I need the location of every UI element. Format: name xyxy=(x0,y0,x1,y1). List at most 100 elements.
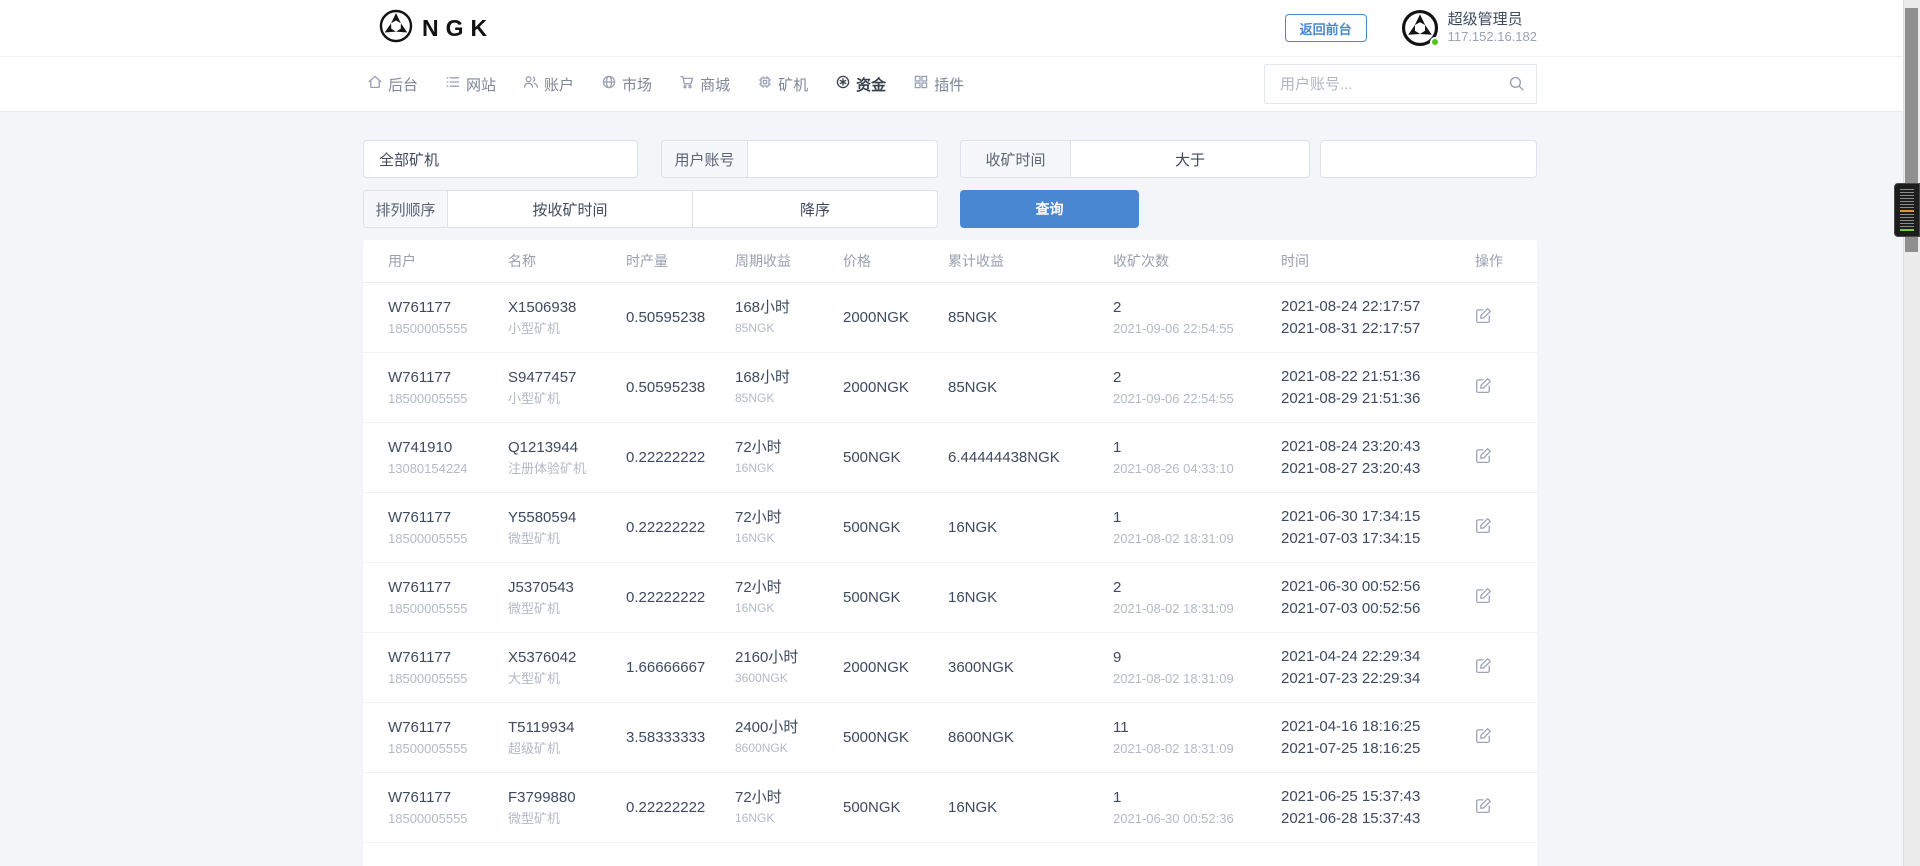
cell-collect-count: 1 2021-08-26 04:33:10 xyxy=(1113,439,1281,477)
query-button[interactable]: 查询 xyxy=(960,190,1139,228)
table-row: W761177 18500005555 X1506938 小型矿机 0.5059… xyxy=(363,283,1537,353)
cycle-ngk: 85NGK xyxy=(735,391,843,405)
nav-item-market[interactable]: 市场 xyxy=(597,74,652,95)
account-filter-input[interactable] xyxy=(748,141,938,177)
miner-code: Q1213944 xyxy=(508,439,626,457)
brand-text: NGK xyxy=(422,15,494,42)
user-id: W761177 xyxy=(388,579,508,597)
sort-field-select[interactable]: 按收矿时间 xyxy=(448,191,693,227)
collect-time-value-input[interactable] xyxy=(1321,141,1537,177)
cell-name: Y5580594 微型矿机 xyxy=(508,509,626,547)
chip-icon xyxy=(757,74,773,94)
search-icon[interactable] xyxy=(1508,75,1525,97)
cell-collect-count: 1 2021-08-02 18:31:09 xyxy=(1113,509,1281,547)
nav-label: 矿机 xyxy=(778,74,808,95)
main-navbar: 后台 网站 账户 市场 商城 矿机 资金 插件 xyxy=(0,57,1920,112)
cell-price: 2000NGK xyxy=(843,659,948,676)
miners-table: 用户 名称 时产量 周期收益 价格 累计收益 收矿次数 时间 操作 W76117… xyxy=(363,240,1537,866)
nav-item-backend[interactable]: 后台 xyxy=(363,74,418,95)
cell-time: 2021-06-30 17:34:15 2021-07-03 17:34:15 xyxy=(1281,506,1475,550)
collect-last-time: 2021-08-02 18:31:09 xyxy=(1113,531,1281,547)
table-row: W761177 18500005555 T5119934 超级矿机 3.5833… xyxy=(363,703,1537,773)
edit-icon[interactable] xyxy=(1475,447,1495,464)
scrollbar-track[interactable] xyxy=(1903,0,1920,866)
col-header-hourly-output: 时产量 xyxy=(626,251,735,271)
collect-count: 9 xyxy=(1113,649,1281,667)
miner-type-select[interactable]: 全部矿机 xyxy=(364,141,637,177)
nav-label: 账户 xyxy=(544,74,574,95)
miner-code: F3799880 xyxy=(508,789,626,807)
nav-item-miners[interactable]: 矿机 xyxy=(753,74,808,95)
collect-count: 2 xyxy=(1113,369,1281,387)
nav-item-plugins[interactable]: 插件 xyxy=(909,74,964,95)
nav-item-website[interactable]: 网站 xyxy=(441,74,496,95)
table-row: W761177 18500005555 J5370543 微型矿机 0.2222… xyxy=(363,563,1537,633)
cell-name: S9477457 小型矿机 xyxy=(508,369,626,407)
nav-label: 商城 xyxy=(700,74,730,95)
edit-icon[interactable] xyxy=(1475,517,1495,534)
user-phone: 18500005555 xyxy=(388,741,508,757)
globe-icon xyxy=(601,74,617,94)
cell-hourly-output: 3.58333333 xyxy=(626,729,735,746)
cell-name: T5119934 超级矿机 xyxy=(508,719,626,757)
collect-last-time: 2021-08-02 18:31:09 xyxy=(1113,671,1281,687)
admin-ip: 117.152.16.182 xyxy=(1448,29,1537,45)
collect-last-time: 2021-08-26 04:33:10 xyxy=(1113,461,1281,477)
table-row: W761177 18500005555 S9477457 小型矿机 0.5059… xyxy=(363,353,1537,423)
grid-icon xyxy=(913,74,929,94)
scroll-marker-green xyxy=(1900,229,1914,231)
table-row: W761177 W6842791 72小时 1 2021-06-18 19:41… xyxy=(363,843,1537,866)
collect-count: 1 xyxy=(1113,439,1281,457)
col-header-time: 时间 xyxy=(1281,251,1475,271)
nav-item-accounts[interactable]: 账户 xyxy=(519,74,574,95)
collect-count: 2 xyxy=(1113,299,1281,317)
nav-label: 资金 xyxy=(856,74,886,95)
edit-icon[interactable] xyxy=(1475,307,1495,324)
account-filter-label: 用户账号 xyxy=(662,141,748,177)
edit-icon[interactable] xyxy=(1475,797,1495,814)
nav-item-mall[interactable]: 商城 xyxy=(675,74,730,95)
cell-time: 2021-08-22 21:51:36 2021-08-29 21:51:36 xyxy=(1281,366,1475,410)
edit-icon[interactable] xyxy=(1475,377,1495,394)
avatar[interactable] xyxy=(1401,9,1439,47)
admin-account[interactable]: 超级管理员 117.152.16.182 xyxy=(1401,9,1537,47)
sort-direction-select[interactable]: 降序 xyxy=(693,191,937,227)
cycle-ngk: 3600NGK xyxy=(735,671,843,685)
cell-total-income: 16NGK xyxy=(948,589,1113,606)
cycle-hours: 72小时 xyxy=(735,789,843,807)
user-id: W741910 xyxy=(388,439,508,457)
cell-user: W761177 18500005555 xyxy=(388,299,508,337)
scroll-marker-widget xyxy=(1894,183,1920,237)
nav-label: 市场 xyxy=(622,74,652,95)
user-id: W761177 xyxy=(388,509,508,527)
edit-icon[interactable] xyxy=(1475,727,1495,744)
table-row: W761177 18500005555 Y5580594 微型矿机 0.2222… xyxy=(363,493,1537,563)
time-end: 2021-08-27 23:20:43 xyxy=(1281,458,1475,480)
miner-code: J5370543 xyxy=(508,579,626,597)
cell-price: 2000NGK xyxy=(843,309,948,326)
cell-hourly-output: 1.66666667 xyxy=(626,659,735,676)
user-account-search-input[interactable] xyxy=(1264,64,1537,104)
back-to-front-button[interactable]: 返回前台 xyxy=(1285,14,1367,42)
miner-type: 大型矿机 xyxy=(508,671,626,687)
nav-item-funds[interactable]: 资金 xyxy=(831,74,886,95)
ngk-logo-icon xyxy=(379,9,413,48)
cell-actions xyxy=(1475,587,1537,609)
user-id: W761177 xyxy=(388,369,508,387)
edit-icon[interactable] xyxy=(1475,657,1495,674)
user-id: W761177 xyxy=(388,649,508,667)
compare-operator-select[interactable]: 大于 xyxy=(1071,141,1309,177)
cell-collect-count: 2 2021-09-06 22:54:55 xyxy=(1113,369,1281,407)
cell-collect-count: 2 2021-08-02 18:31:09 xyxy=(1113,579,1281,617)
list-icon xyxy=(445,74,461,94)
cell-hourly-output: 0.22222222 xyxy=(626,519,735,536)
cell-collect-count: 2 2021-09-06 22:54:55 xyxy=(1113,299,1281,337)
edit-icon[interactable] xyxy=(1475,587,1495,604)
cell-price: 500NGK xyxy=(843,799,948,816)
cell-name: J5370543 微型矿机 xyxy=(508,579,626,617)
cell-name: F3799880 微型矿机 xyxy=(508,789,626,827)
cell-total-income: 16NGK xyxy=(948,519,1113,536)
cell-cycle-income: 72小时 16NGK xyxy=(735,439,843,475)
collect-last-time: 2021-08-02 18:31:09 xyxy=(1113,741,1281,757)
cell-total-income: 85NGK xyxy=(948,309,1113,326)
